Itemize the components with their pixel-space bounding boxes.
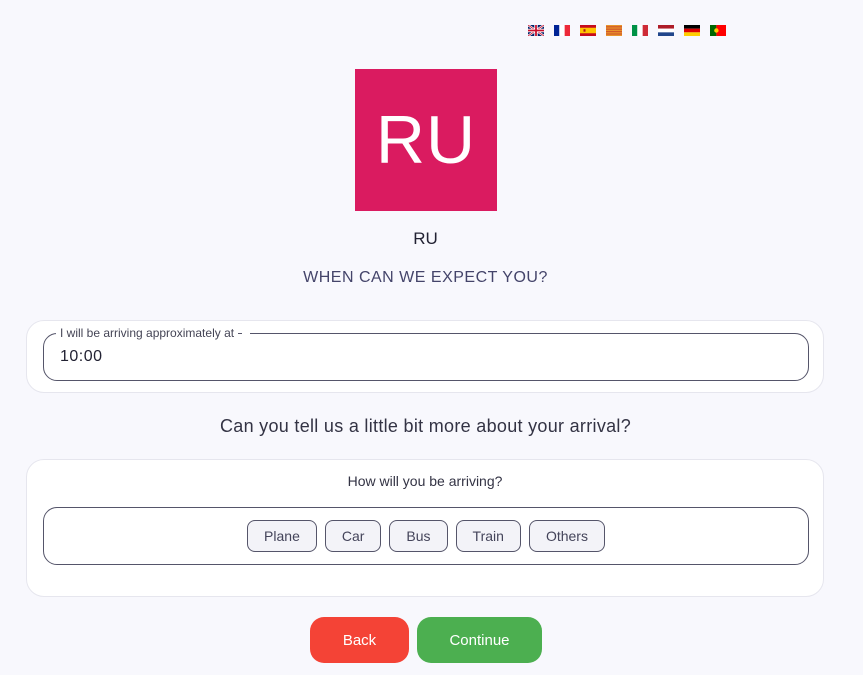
transport-options-group: Plane Car Bus Train Others	[43, 507, 809, 565]
transport-option-plane[interactable]: Plane	[247, 520, 317, 552]
transport-option-train[interactable]: Train	[455, 520, 521, 552]
france-flag-icon[interactable]	[554, 25, 570, 36]
arrival-time-card: I will be arriving approximately at	[26, 320, 824, 393]
transport-option-others[interactable]: Others	[528, 520, 605, 552]
netherlands-flag-icon[interactable]	[658, 25, 674, 36]
arrival-details-question: Can you tell us a little bit more about …	[219, 416, 632, 436]
hotel-logo: RU	[355, 69, 497, 211]
arrival-time-input[interactable]	[44, 334, 808, 380]
italy-flag-icon[interactable]	[632, 25, 648, 36]
continue-button[interactable]: Continue	[417, 617, 542, 663]
transport-chips: Plane Car Bus Train Others	[44, 508, 808, 564]
transport-option-car[interactable]: Car	[324, 520, 382, 552]
transport-card: How will you be arriving? Plane Car Bus …	[26, 459, 824, 597]
germany-flag-icon[interactable]	[684, 25, 700, 36]
arrival-time-field: I will be arriving approximately at	[43, 326, 809, 381]
step-title: WHEN CAN WE EXPECT YOU?	[303, 269, 548, 286]
back-button[interactable]: Back	[310, 617, 409, 663]
portugal-flag-icon[interactable]	[710, 25, 726, 36]
transport-option-bus[interactable]: Bus	[389, 520, 448, 552]
uk-flag-icon[interactable]	[528, 25, 544, 36]
hotel-name: RU	[413, 229, 438, 248]
transport-question: How will you be arriving?	[347, 473, 503, 489]
catalonia-flag-icon[interactable]	[606, 25, 622, 36]
hotel-logo-text: RU	[375, 102, 477, 178]
spain-flag-icon[interactable]	[580, 25, 596, 36]
language-selector	[528, 25, 726, 36]
